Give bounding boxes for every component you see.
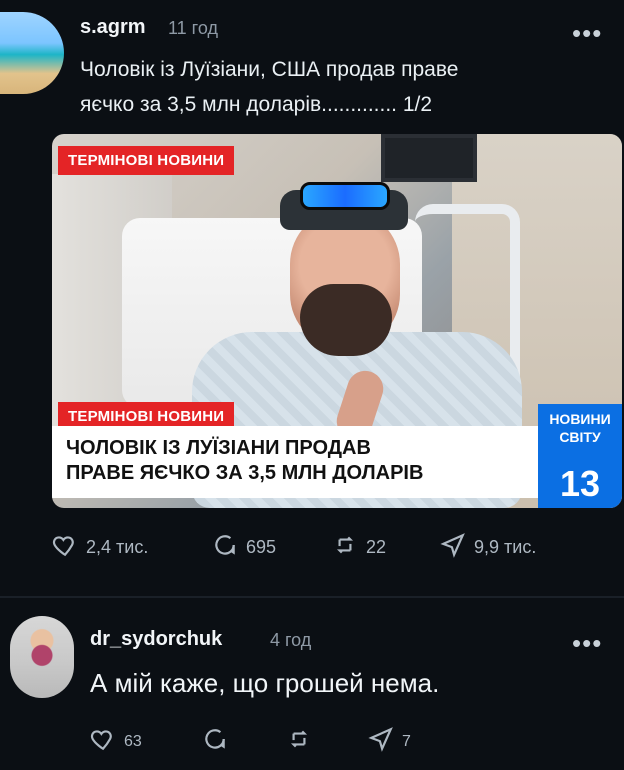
comment-more-icon[interactable]: ••• xyxy=(572,628,602,659)
post-text-line-2: яєчко за 3,5 млн доларів............. 1/… xyxy=(80,93,433,116)
news-brand: НОВИНИ СВІТУ xyxy=(538,404,622,460)
send-paper-plane-icon xyxy=(368,726,394,757)
comment-bubble-icon xyxy=(202,726,228,757)
comment-avatar[interactable] xyxy=(10,616,74,698)
comment-bubble-icon xyxy=(212,532,238,563)
shares-count: 9,9 тис. xyxy=(474,537,537,557)
heart-outline-icon xyxy=(90,726,116,757)
comment-like-button[interactable]: 63 xyxy=(90,726,142,757)
channel-number: 13 xyxy=(538,460,622,508)
comment-text: А мій каже, що грошей нема. xyxy=(90,668,440,698)
reposts-count: 22 xyxy=(366,537,387,557)
news-headline: ЧОЛОВІК ІЗ ЛУЇЗІАНИ ПРОДАВ ПРАВЕ ЯЄЧКО З… xyxy=(66,436,526,486)
post-time: 11 год xyxy=(168,18,218,38)
like-button[interactable]: 2,4 тис. xyxy=(52,532,148,563)
news-brand-line-1: НОВИНИ xyxy=(549,411,611,427)
patient-beard xyxy=(300,284,392,356)
breaking-news-tag-top: ТЕРМІНОВІ НОВИНИ xyxy=(58,146,235,175)
comment-shares-count: 7 xyxy=(402,732,411,750)
news-brand-line-2: СВІТУ xyxy=(559,429,601,445)
comment-repost-button[interactable] xyxy=(286,726,320,757)
comments-count: 695 xyxy=(246,537,277,557)
hospital-monitor xyxy=(381,134,477,182)
send-paper-plane-icon xyxy=(440,532,466,563)
news-headline-line-2: ПРАВЕ ЯЄЧКО ЗА 3,5 МЛН ДОЛАРІВ xyxy=(66,462,424,484)
comment-time: 4 год xyxy=(270,630,312,650)
post-actions: 2,4 тис. 695 22 9,9 тис. xyxy=(52,532,612,572)
post-avatar[interactable] xyxy=(0,12,64,94)
patient-sunglasses xyxy=(300,182,390,210)
post-text: Чоловік із Луїзіани, США продав праве яє… xyxy=(80,52,600,122)
news-headline-line-1: ЧОЛОВІК ІЗ ЛУЇЗІАНИ ПРОДАВ xyxy=(66,437,371,459)
comment-likes-count: 63 xyxy=(124,732,142,750)
comment-button[interactable]: 695 xyxy=(212,532,276,563)
repost-arrows-icon xyxy=(332,532,358,563)
likes-count: 2,4 тис. xyxy=(86,537,149,557)
comment-username[interactable]: dr_sydorchuk xyxy=(90,628,222,651)
comment-share-button[interactable]: 7 xyxy=(368,726,411,757)
post-more-icon[interactable]: ••• xyxy=(572,18,602,49)
post-text-line-1: Чоловік із Луїзіани, США продав праве xyxy=(80,58,459,81)
comment-reply-button[interactable] xyxy=(202,726,236,757)
post-image[interactable]: ТЕРМІНОВІ НОВИНИ ТЕРМІНОВІ НОВИНИ ЧОЛОВІ… xyxy=(52,134,622,508)
share-button[interactable]: 9,9 тис. xyxy=(440,532,536,563)
section-divider xyxy=(0,596,624,598)
comment-actions: 63 7 xyxy=(90,726,510,760)
news-lower-third: ЧОЛОВІК ІЗ ЛУЇЗІАНИ ПРОДАВ ПРАВЕ ЯЄЧКО З… xyxy=(52,426,538,498)
repost-button[interactable]: 22 xyxy=(332,532,386,563)
repost-arrows-icon xyxy=(286,726,312,757)
post-username[interactable]: s.agrm xyxy=(80,16,146,39)
heart-outline-icon xyxy=(52,532,78,563)
